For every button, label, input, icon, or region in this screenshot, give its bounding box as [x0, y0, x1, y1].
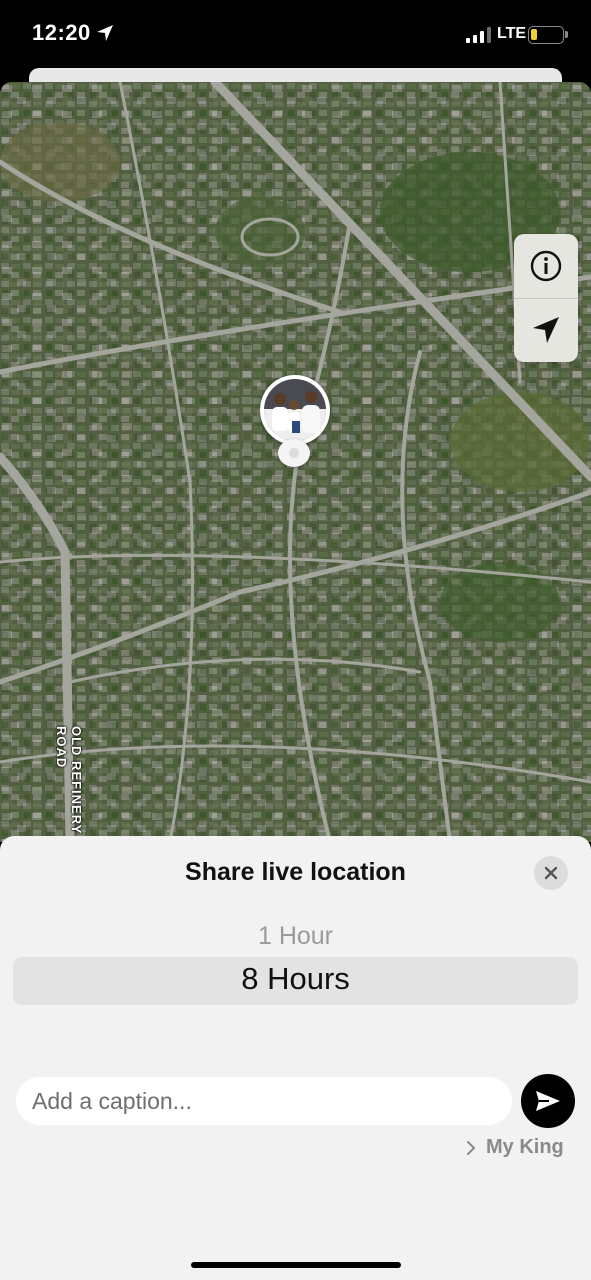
panel-title: Share live location	[185, 858, 406, 886]
close-button[interactable]	[534, 856, 568, 890]
location-pin-base	[278, 439, 310, 467]
info-icon	[530, 250, 562, 282]
caption-input[interactable]	[16, 1077, 512, 1125]
battery-tip	[565, 31, 568, 38]
share-location-panel: Share live location 1 Hour 8 Hours My Ki…	[0, 836, 591, 1280]
battery-icon: 17	[528, 26, 564, 44]
chevron-right-icon	[467, 1140, 476, 1155]
user-location-avatar[interactable]	[260, 375, 330, 445]
map-info-button[interactable]	[514, 234, 578, 298]
duration-option-selected[interactable]: 8 Hours	[0, 961, 591, 997]
recipient-selector[interactable]: My King	[466, 1136, 564, 1159]
battery-level: 17	[538, 27, 553, 42]
status-time: 12:20	[32, 20, 91, 45]
map-view[interactable]: OLD REFINERY ROAD	[0, 82, 591, 842]
duration-option-previous[interactable]: 1 Hour	[0, 922, 591, 951]
close-icon	[544, 866, 558, 880]
signal-icon	[466, 27, 491, 43]
location-arrow-icon	[533, 317, 559, 343]
network-type: LTE	[497, 25, 527, 42]
status-bar: 12:20 LTE 17	[0, 0, 591, 68]
recipient-name: My King	[486, 1136, 564, 1158]
my-location-button[interactable]	[514, 298, 578, 362]
avatar-photo	[264, 379, 326, 441]
send-button[interactable]	[521, 1074, 575, 1128]
home-indicator[interactable]	[191, 1262, 401, 1268]
location-arrow-icon	[97, 25, 113, 41]
road-label: OLD REFINERY ROAD	[54, 726, 84, 835]
send-icon	[536, 1091, 560, 1111]
map-controls	[514, 234, 578, 362]
